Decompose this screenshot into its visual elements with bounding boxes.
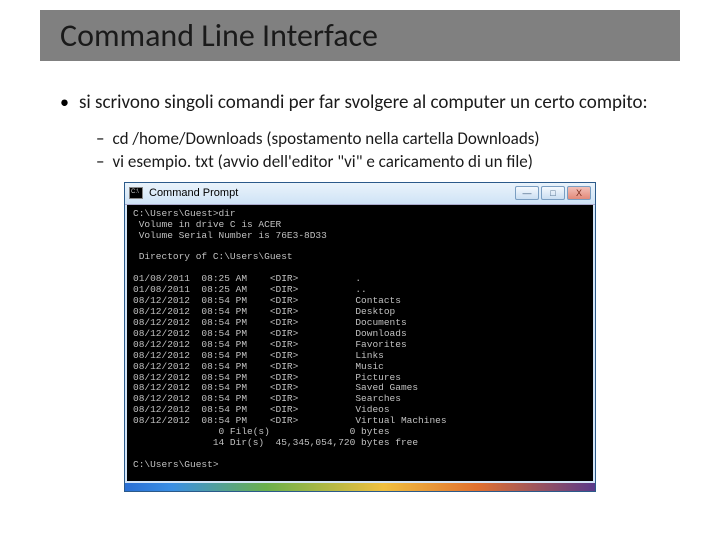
terminal-line: 14 Dir(s) 45,345,054,720 bytes free: [133, 437, 418, 448]
sub-bullet-item: – vi esempio. txt (avvio dell'editor "vi…: [96, 151, 660, 172]
terminal-row: 01/08/2011 08:25 AM <DIR> .: [133, 273, 361, 284]
cmd-icon: [129, 187, 143, 199]
sub-bullet-text: cd /home/Downloads (spostamento nella ca…: [112, 128, 539, 149]
taskbar-strip: [125, 483, 595, 491]
window-title: Command Prompt: [149, 187, 515, 199]
maximize-button[interactable]: □: [541, 186, 565, 200]
terminal-row: 08/12/2012 08:54 PM <DIR> Saved Games: [133, 382, 418, 393]
terminal-line: Directory of C:\Users\Guest: [133, 251, 293, 262]
main-bullet: • si scrivono singoli comandi per far sv…: [60, 91, 660, 116]
terminal-line: C:\Users\Guest>dir: [133, 208, 236, 219]
sub-bullet-item: – cd /home/Downloads (spostamento nella …: [96, 128, 660, 149]
sub-bullet-list: – cd /home/Downloads (spostamento nella …: [96, 128, 660, 172]
window-buttons: — □ X: [515, 186, 591, 200]
bullet-dash: –: [96, 151, 104, 172]
command-prompt-window: Command Prompt — □ X C:\Users\Guest>dir …: [124, 182, 596, 492]
terminal-row: 08/12/2012 08:54 PM <DIR> Searches: [133, 393, 401, 404]
terminal-row: 08/12/2012 08:54 PM <DIR> Virtual Machin…: [133, 415, 447, 426]
terminal-row: 08/12/2012 08:54 PM <DIR> Pictures: [133, 372, 401, 383]
terminal-row: 08/12/2012 08:54 PM <DIR> Videos: [133, 404, 390, 415]
terminal-output: C:\Users\Guest>dir Volume in drive C is …: [125, 205, 595, 483]
window-titlebar: Command Prompt — □ X: [125, 183, 595, 205]
terminal-row: 08/12/2012 08:54 PM <DIR> Documents: [133, 317, 407, 328]
slide-content: • si scrivono singoli comandi per far sv…: [0, 61, 720, 492]
sub-bullet-text: vi esempio. txt (avvio dell'editor "vi" …: [112, 151, 532, 172]
bullet-dot: •: [60, 91, 69, 116]
terminal-row: 08/12/2012 08:54 PM <DIR> Favorites: [133, 339, 407, 350]
terminal-row: 08/12/2012 08:54 PM <DIR> Contacts: [133, 295, 401, 306]
minimize-button[interactable]: —: [515, 186, 539, 200]
close-button[interactable]: X: [567, 186, 591, 200]
terminal-line: Volume in drive C is ACER: [133, 219, 281, 230]
terminal-line: 0 File(s) 0 bytes: [133, 426, 390, 437]
terminal-line: Volume Serial Number is 76E3-8D33: [133, 230, 327, 241]
terminal-row: 08/12/2012 08:54 PM <DIR> Desktop: [133, 306, 395, 317]
bullet-dash: –: [96, 128, 104, 149]
terminal-row: 08/12/2012 08:54 PM <DIR> Downloads: [133, 328, 407, 339]
terminal-prompt: C:\Users\Guest>: [133, 459, 219, 470]
terminal-row: 01/08/2011 08:25 AM <DIR> ..: [133, 284, 367, 295]
terminal-row: 08/12/2012 08:54 PM <DIR> Music: [133, 361, 384, 372]
slide-title-bar: Command Line Interface: [40, 10, 680, 61]
main-bullet-text: si scrivono singoli comandi per far svol…: [79, 91, 648, 116]
terminal-row: 08/12/2012 08:54 PM <DIR> Links: [133, 350, 384, 361]
slide-title: Command Line Interface: [60, 16, 660, 55]
